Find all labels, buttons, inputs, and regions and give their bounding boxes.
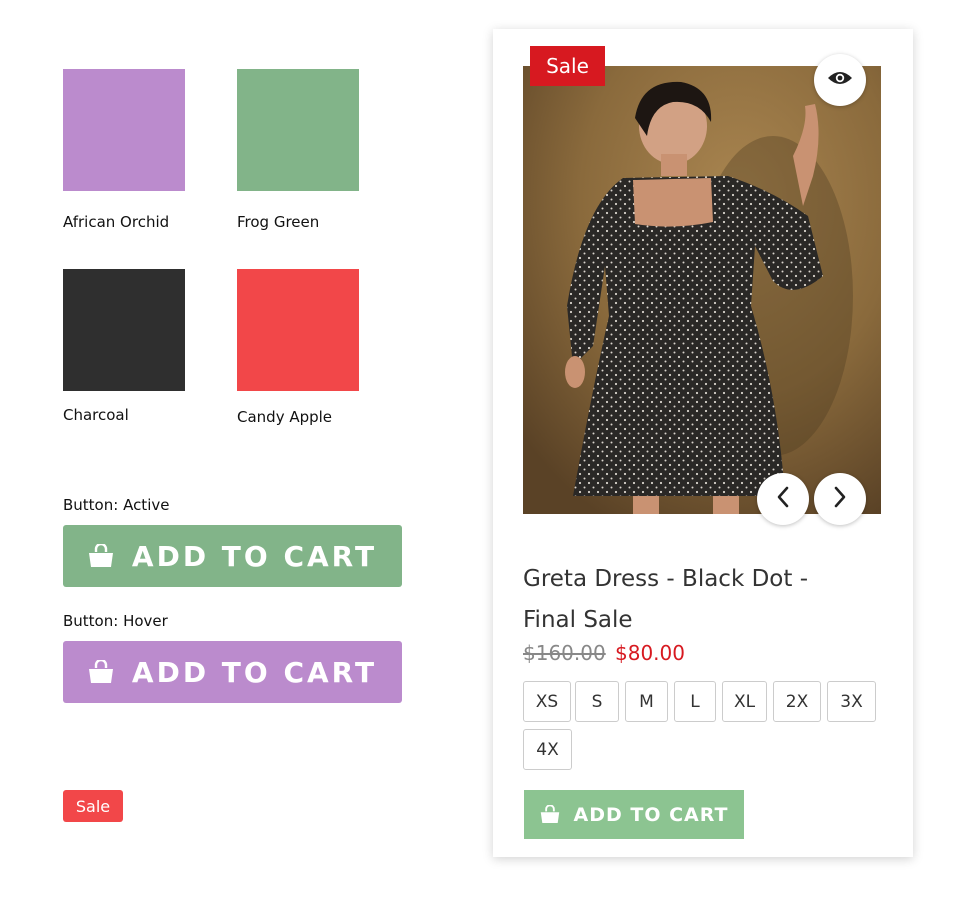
swatch-frog-green xyxy=(237,69,359,191)
product-photo-illustration xyxy=(523,66,881,514)
sale-badge-sample: Sale xyxy=(63,790,123,822)
size-option-s[interactable]: S xyxy=(575,681,619,722)
add-to-cart-text: ADD TO CART xyxy=(131,655,378,689)
add-to-cart-button[interactable]: ADD TO CART xyxy=(524,790,744,839)
add-to-cart-button-active[interactable]: ADD TO CART xyxy=(63,525,402,587)
previous-image-button[interactable] xyxy=(757,473,809,525)
eye-icon xyxy=(827,69,853,91)
swatch-label-african-orchid: African Orchid xyxy=(63,213,170,231)
chevron-right-icon xyxy=(833,486,847,512)
add-to-cart-text: ADD TO CART xyxy=(573,803,729,826)
swatch-african-orchid xyxy=(63,69,185,191)
button-active-label: Button: Active xyxy=(63,496,170,514)
original-price: $160.00 xyxy=(523,641,606,665)
shopping-bag-icon xyxy=(540,805,560,824)
chevron-left-icon xyxy=(776,486,790,512)
size-option-2x[interactable]: 2X xyxy=(773,681,821,722)
sale-tag: Sale xyxy=(530,46,605,86)
swatch-label-charcoal: Charcoal xyxy=(63,406,129,424)
size-option-3x[interactable]: 3X xyxy=(827,681,876,722)
add-to-cart-text: ADD TO CART xyxy=(131,539,378,573)
size-option-m[interactable]: M xyxy=(625,681,668,722)
swatch-candy-apple xyxy=(237,269,359,391)
product-image[interactable] xyxy=(523,66,881,514)
shopping-bag-icon xyxy=(88,544,114,568)
swatch-label-frog-green: Frog Green xyxy=(237,213,320,231)
add-to-cart-button-hover[interactable]: ADD TO CART xyxy=(63,641,402,703)
quick-view-button[interactable] xyxy=(814,54,866,106)
product-title[interactable]: Greta Dress - Black Dot - Final Sale xyxy=(523,559,863,641)
style-guide-page: African Orchid Frog Green Charcoal Candy… xyxy=(0,0,963,904)
size-option-xs[interactable]: XS xyxy=(523,681,571,722)
size-option-l[interactable]: L xyxy=(674,681,716,722)
size-option-xl[interactable]: XL xyxy=(722,681,767,722)
product-card: Sale Greta Dress - Black Dot - Final Sal… xyxy=(493,29,913,857)
next-image-button[interactable] xyxy=(814,473,866,525)
swatch-label-candy-apple: Candy Apple xyxy=(237,408,333,426)
swatch-charcoal xyxy=(63,269,185,391)
sale-price: $80.00 xyxy=(615,641,685,665)
button-hover-label: Button: Hover xyxy=(63,612,168,630)
shopping-bag-icon xyxy=(88,660,114,684)
size-option-4x[interactable]: 4X xyxy=(523,729,572,770)
